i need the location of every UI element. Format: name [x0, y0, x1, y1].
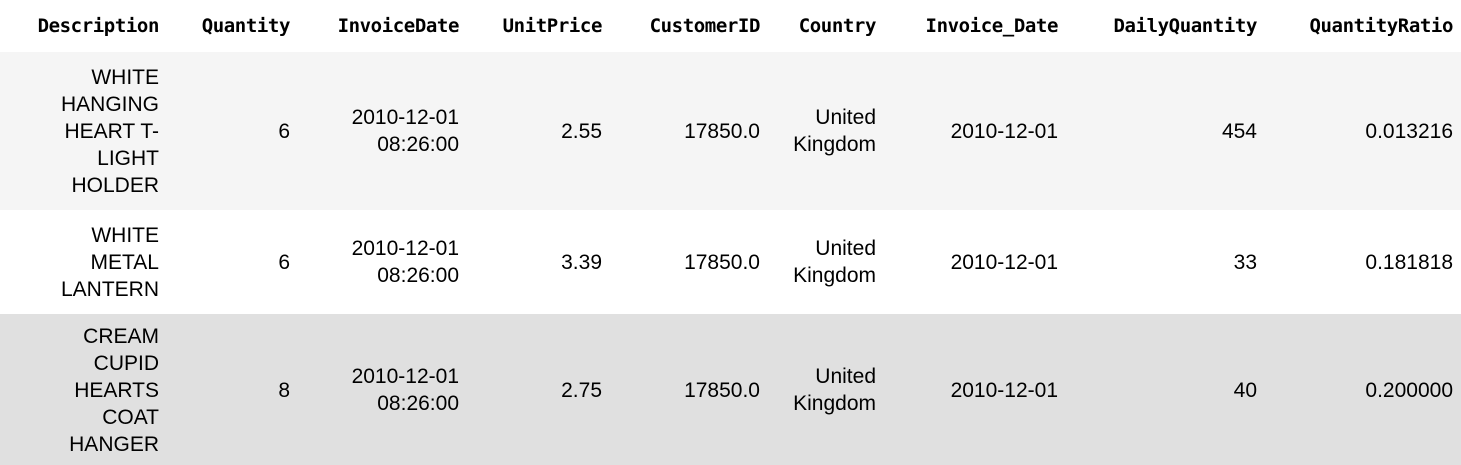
column-header-invoice-date: Invoice_Date — [925, 15, 1059, 37]
cell-description: WHITE METAL LANTERN — [0, 210, 167, 314]
dataframe-table: Description Quantity InvoiceDate UnitPri… — [0, 0, 1461, 465]
country-line: Kingdom — [793, 133, 876, 156]
column-header-invoicedate: InvoiceDate — [337, 15, 460, 37]
cell-unitprice: 2.55 — [561, 119, 602, 143]
column-header-dailyquantity: DailyQuantity — [1113, 15, 1257, 37]
description-line: HEART T- — [64, 119, 159, 143]
cell-dailyquantity: 454 — [1221, 119, 1257, 143]
cell-invoicedate: 2010-12-01 08:26:00 — [298, 52, 467, 210]
column-header-quantityratio: QuantityRatio — [1309, 15, 1453, 37]
cell-quantityratio: 0.200000 — [1365, 378, 1453, 402]
description-line: HOLDER — [71, 173, 159, 197]
table-row: WHITE HANGING HEART T- LIGHT HOLDER 6 20… — [0, 52, 1461, 210]
cell-customerid: 17850.0 — [684, 119, 760, 143]
table-row: WHITE METAL LANTERN 6 2010-12-01 08:26:0… — [0, 210, 1461, 314]
description-line: HANGING — [60, 92, 159, 116]
column-header-country: Country — [798, 15, 877, 37]
description-line: CREAM — [83, 324, 159, 348]
column-header-customerid: CustomerID — [649, 15, 761, 37]
cell-quantity: 8 — [278, 378, 290, 402]
country-line: United — [815, 106, 876, 129]
invoicedate-date: 2010-12-01 — [351, 365, 459, 388]
cell-quantity: 6 — [278, 119, 290, 143]
cell-invoice-date: 2010-12-01 — [950, 119, 1058, 143]
country-line: United — [815, 365, 876, 388]
description-line: LANTERN — [60, 277, 159, 301]
cell-country: United Kingdom — [768, 52, 884, 210]
description-line: HEARTS — [74, 378, 159, 402]
cell-quantityratio: 0.181818 — [1365, 250, 1453, 274]
description-line: METAL — [90, 250, 159, 274]
cell-invoicedate: 2010-12-01 08:26:00 — [298, 314, 467, 465]
cell-country: United Kingdom — [768, 210, 884, 314]
cell-description: WHITE HANGING HEART T- LIGHT HOLDER — [0, 52, 167, 210]
cell-dailyquantity: 33 — [1233, 250, 1257, 274]
column-header-description: Description — [37, 15, 160, 37]
table-body: WHITE HANGING HEART T- LIGHT HOLDER 6 20… — [0, 52, 1461, 465]
invoicedate-date: 2010-12-01 — [351, 106, 459, 129]
cell-invoice-date: 2010-12-01 — [950, 378, 1058, 402]
table-row: CREAM CUPID HEARTS COAT HANGER 8 2010-12… — [0, 314, 1461, 465]
cell-invoice-date: 2010-12-01 — [950, 250, 1058, 274]
invoicedate-time: 08:26:00 — [377, 392, 459, 415]
description-line: HANGER — [69, 432, 159, 456]
cell-unitprice: 2.75 — [561, 378, 602, 402]
cell-unitprice: 3.39 — [561, 250, 602, 274]
cell-invoicedate: 2010-12-01 08:26:00 — [298, 210, 467, 314]
description-line: LIGHT — [97, 146, 159, 170]
country-line: Kingdom — [793, 392, 876, 415]
description-line: WHITE — [91, 223, 159, 247]
invoicedate-time: 08:26:00 — [377, 264, 459, 287]
column-header-unitprice: UnitPrice — [502, 15, 603, 37]
cell-customerid: 17850.0 — [684, 378, 760, 402]
cell-quantity: 6 — [278, 250, 290, 274]
cell-dailyquantity: 40 — [1233, 378, 1257, 402]
invoicedate-time: 08:26:00 — [377, 133, 459, 156]
country-line: Kingdom — [793, 264, 876, 287]
cell-description: CREAM CUPID HEARTS COAT HANGER — [0, 314, 167, 465]
cell-country: United Kingdom — [768, 314, 884, 465]
description-line: COAT — [102, 405, 159, 429]
header-row: Description Quantity InvoiceDate UnitPri… — [0, 0, 1461, 52]
description-line: WHITE — [91, 65, 159, 89]
table-header: Description Quantity InvoiceDate UnitPri… — [0, 0, 1461, 52]
column-header-quantity: Quantity — [201, 15, 291, 37]
invoicedate-date: 2010-12-01 — [351, 237, 459, 260]
cell-quantityratio: 0.013216 — [1365, 119, 1453, 143]
cell-customerid: 17850.0 — [684, 250, 760, 274]
description-line: CUPID — [93, 351, 159, 375]
country-line: United — [815, 237, 876, 260]
